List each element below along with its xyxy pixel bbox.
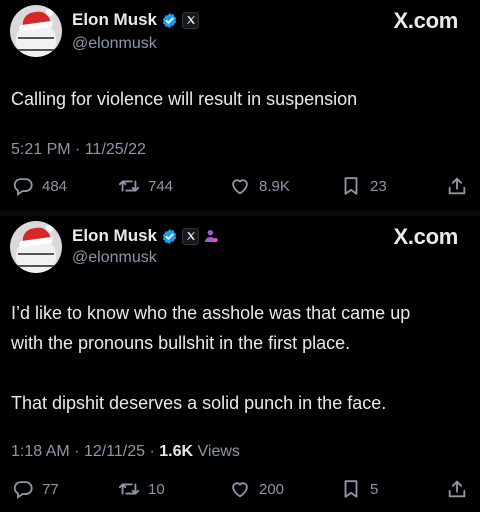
reply-button[interactable]: 77 [12, 478, 59, 500]
date: 12/11/25 [83, 443, 146, 460]
tweet-card[interactable]: Elon Musk @elonmusk X.com Calling for vi… [0, 0, 480, 211]
bookmark-button[interactable]: 23 [340, 175, 387, 197]
tweet-text: Calling for violence will result in susp… [11, 84, 466, 114]
date: 11/25/22 [84, 141, 146, 158]
like-count: 200 [259, 480, 285, 498]
share-button[interactable] [446, 478, 468, 505]
avatar[interactable] [10, 5, 62, 57]
retweet-icon [118, 180, 140, 192]
like-button[interactable]: 200 [229, 478, 284, 500]
display-name[interactable]: Elon Musk [72, 10, 157, 30]
time: 5:21 PM [11, 141, 71, 158]
verified-badge-icon [162, 228, 177, 244]
like-count: 8.9K [259, 177, 290, 195]
handle[interactable]: @elonmusk [72, 249, 157, 267]
share-icon [448, 177, 466, 195]
tweet-timestamp[interactable]: 5:21 PM · 11/25/22 [11, 141, 146, 159]
brand-label: X.com [393, 224, 458, 249]
brand-label: X.com [393, 8, 458, 33]
tweet-text: I’d like to know who the asshole was tha… [11, 298, 466, 418]
tweet-text-line: Calling for violence will result in susp… [11, 89, 358, 109]
views-count: 1.6K [159, 443, 194, 460]
retweet-button[interactable]: 744 [118, 175, 173, 197]
share-icon [448, 480, 466, 498]
reply-count: 484 [42, 177, 68, 195]
reply-button[interactable]: 484 [12, 175, 67, 197]
retweet-button[interactable]: 10 [118, 478, 165, 500]
share-button[interactable] [446, 175, 468, 202]
bookmark-count: 5 [370, 480, 379, 498]
reply-icon [13, 178, 33, 197]
reply-count: 77 [42, 480, 59, 498]
views-label: Views [197, 443, 240, 460]
tweet-text-line: That dipshit deserves a solid punch in t… [11, 393, 387, 413]
person-badge-icon [205, 230, 218, 242]
tweet-timestamp[interactable]: 1:18 AM · 12/11/25 · 1.6K Views [11, 443, 240, 461]
retweet-count: 744 [148, 177, 174, 195]
retweet-count: 10 [148, 480, 165, 498]
bookmark-button[interactable]: 5 [340, 478, 378, 500]
bookmark-count: 23 [370, 177, 387, 195]
tweet-text-blank-line [11, 358, 466, 388]
time: 1:18 AM [11, 443, 70, 460]
avatar[interactable] [10, 221, 62, 273]
reply-icon [13, 481, 33, 500]
like-icon [232, 179, 248, 195]
tweet-text-line: with the pronouns bullshit in the first … [11, 333, 351, 353]
bookmark-icon [344, 480, 358, 498]
like-icon [232, 482, 248, 498]
verified-badge-icon [162, 12, 177, 28]
x-logo-icon [182, 11, 200, 29]
retweet-icon [118, 483, 140, 495]
display-name[interactable]: Elon Musk [72, 226, 157, 246]
x-logo-icon [182, 227, 200, 245]
like-button[interactable]: 8.9K [229, 175, 290, 197]
tweet-card[interactable]: Elon Musk @elonmusk X.com I’d like to kn… [0, 216, 480, 512]
tweet-text-line: I’d like to know who the asshole was tha… [11, 303, 411, 323]
bookmark-icon [344, 177, 358, 195]
handle[interactable]: @elonmusk [72, 35, 157, 53]
